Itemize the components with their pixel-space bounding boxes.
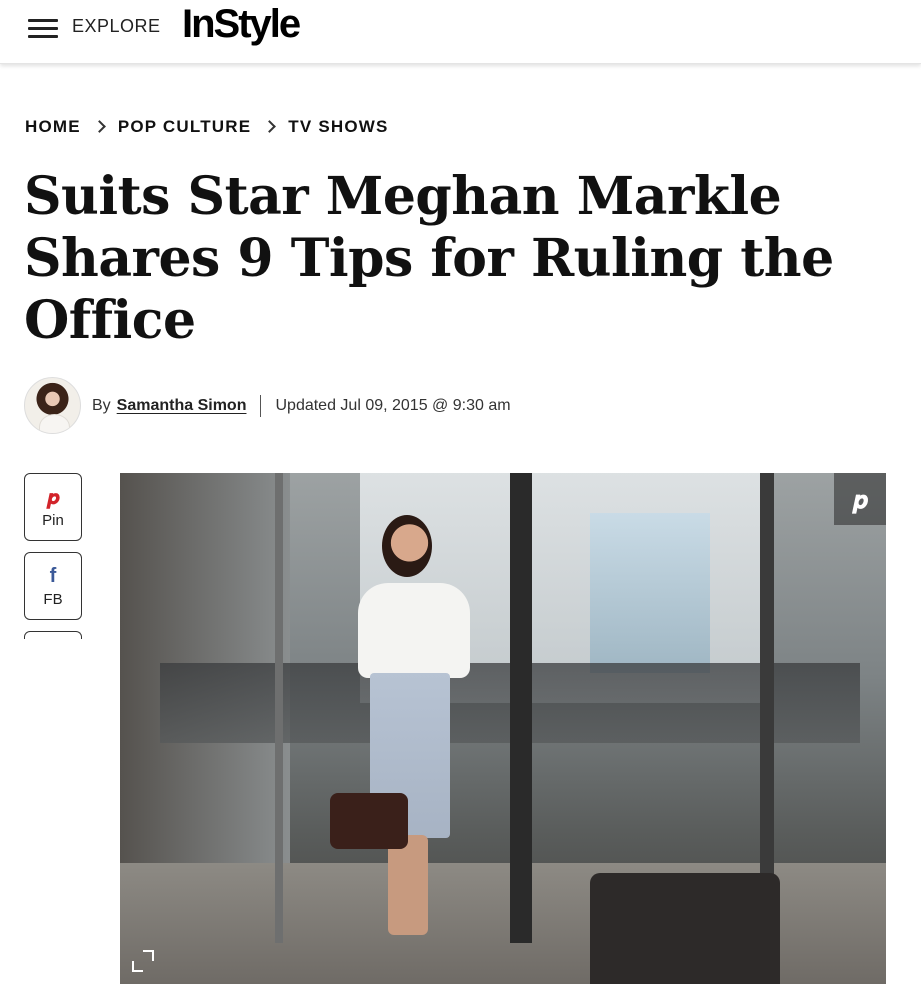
breadcrumb-pop-culture[interactable]: POP CULTURE	[118, 117, 251, 137]
chevron-right-icon	[263, 119, 277, 133]
more-share-button[interactable]	[24, 631, 82, 639]
author-link[interactable]: Samantha Simon	[117, 397, 247, 415]
chevron-right-icon	[92, 119, 106, 133]
pin-label: Pin	[42, 511, 64, 529]
fb-label: FB	[43, 590, 63, 608]
article-title: Suits Star Meghan Markle Shares 9 Tips f…	[24, 166, 834, 351]
facebook-share-button[interactable]: f FB	[24, 552, 82, 620]
author-avatar[interactable]	[24, 377, 81, 434]
breadcrumb-home[interactable]: HOME	[25, 117, 81, 137]
byline-divider	[260, 395, 262, 417]
byline: By Samantha Simon Updated Jul 09, 2015 @…	[92, 395, 511, 417]
site-header: EXPLORE InStyle	[0, 0, 921, 64]
facebook-icon: f	[49, 564, 57, 587]
pinterest-share-button[interactable]: 𝒑 Pin	[24, 473, 82, 541]
pin-image-button[interactable]: 𝒑	[834, 473, 886, 525]
hero-image: 𝒑	[120, 473, 886, 984]
explore-button[interactable]: EXPLORE	[72, 16, 161, 37]
pinterest-icon: 𝒑	[852, 484, 868, 514]
by-label: By	[92, 397, 111, 414]
site-logo[interactable]: InStyle	[182, 2, 301, 47]
updated-timestamp: Updated Jul 09, 2015 @ 9:30 am	[275, 397, 511, 414]
breadcrumb: HOME POP CULTURE TV SHOWS	[25, 117, 389, 137]
pinterest-icon: 𝒑	[46, 484, 60, 509]
breadcrumb-tv-shows[interactable]: TV SHOWS	[288, 117, 388, 137]
hamburger-menu-icon[interactable]	[28, 18, 58, 40]
expand-icon[interactable]	[128, 946, 158, 976]
